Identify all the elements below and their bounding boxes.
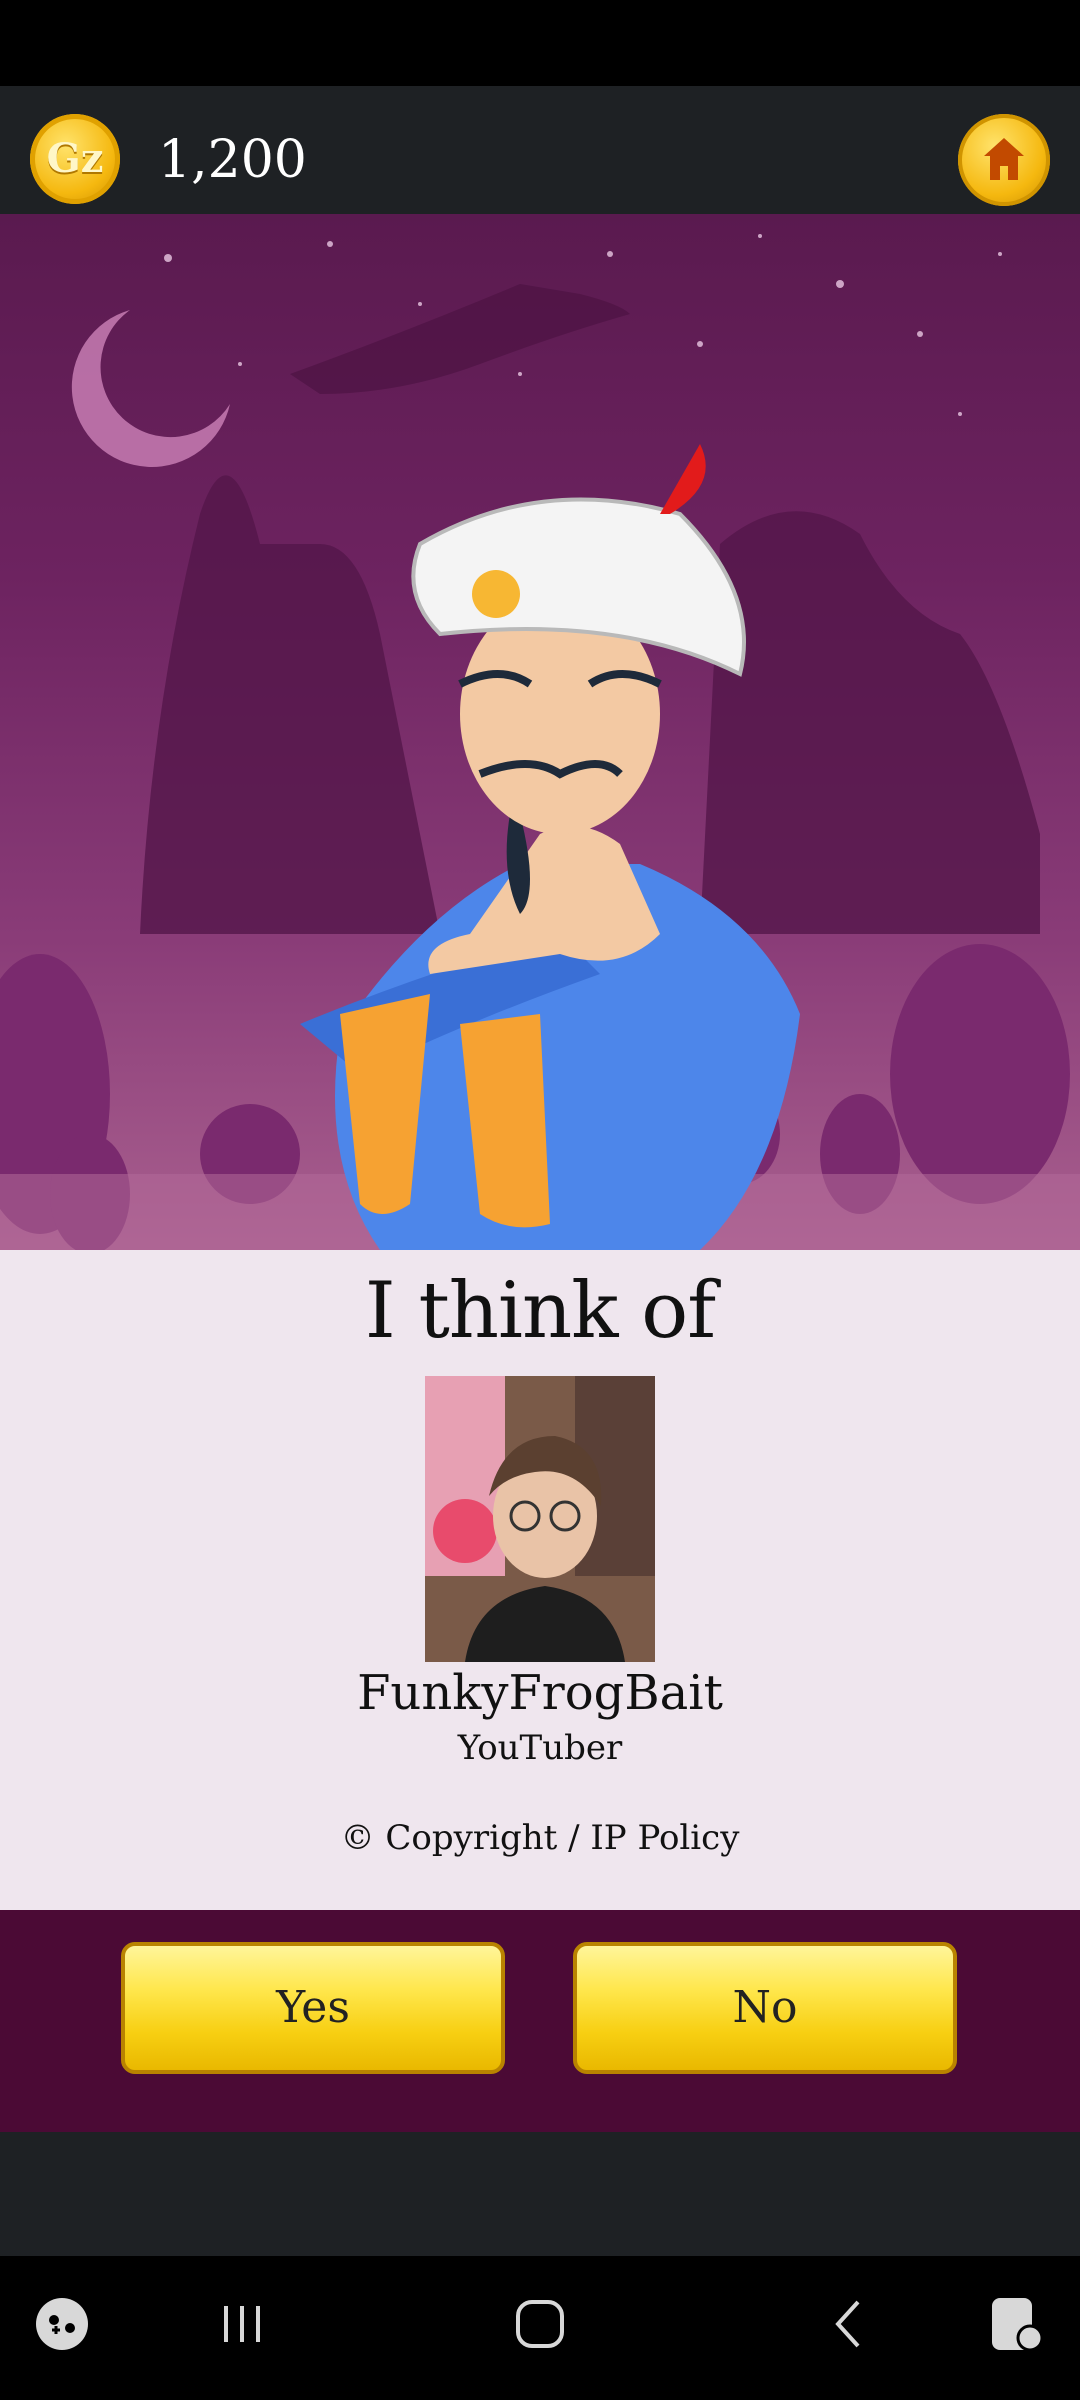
bottom-strip <box>0 2132 1080 2256</box>
coin-count: 1,200 <box>158 130 307 190</box>
game-launcher-icon[interactable] <box>32 2294 92 2358</box>
result-title: I think of <box>364 1266 716 1356</box>
screen-lock-icon[interactable] <box>986 2294 1046 2358</box>
yes-button[interactable]: Yes <box>121 1942 505 2074</box>
coin-icon: Gz <box>30 114 120 204</box>
guess-photo <box>425 1376 655 1662</box>
status-bar <box>0 0 1080 86</box>
genie-illustration <box>0 234 1080 1250</box>
recents-icon[interactable] <box>212 2294 272 2358</box>
copyright-link[interactable]: © Copyright / IP Policy <box>0 1818 1080 1858</box>
genie-scene <box>0 214 1080 1250</box>
home-icon <box>984 138 1024 180</box>
home-circle-icon[interactable] <box>510 2294 570 2358</box>
guess-name: FunkyFrogBait <box>357 1665 723 1721</box>
back-icon[interactable] <box>820 2294 880 2358</box>
no-button[interactable]: No <box>573 1942 957 2074</box>
guess-description: YouTuber <box>457 1728 623 1768</box>
home-button[interactable] <box>958 114 1050 206</box>
